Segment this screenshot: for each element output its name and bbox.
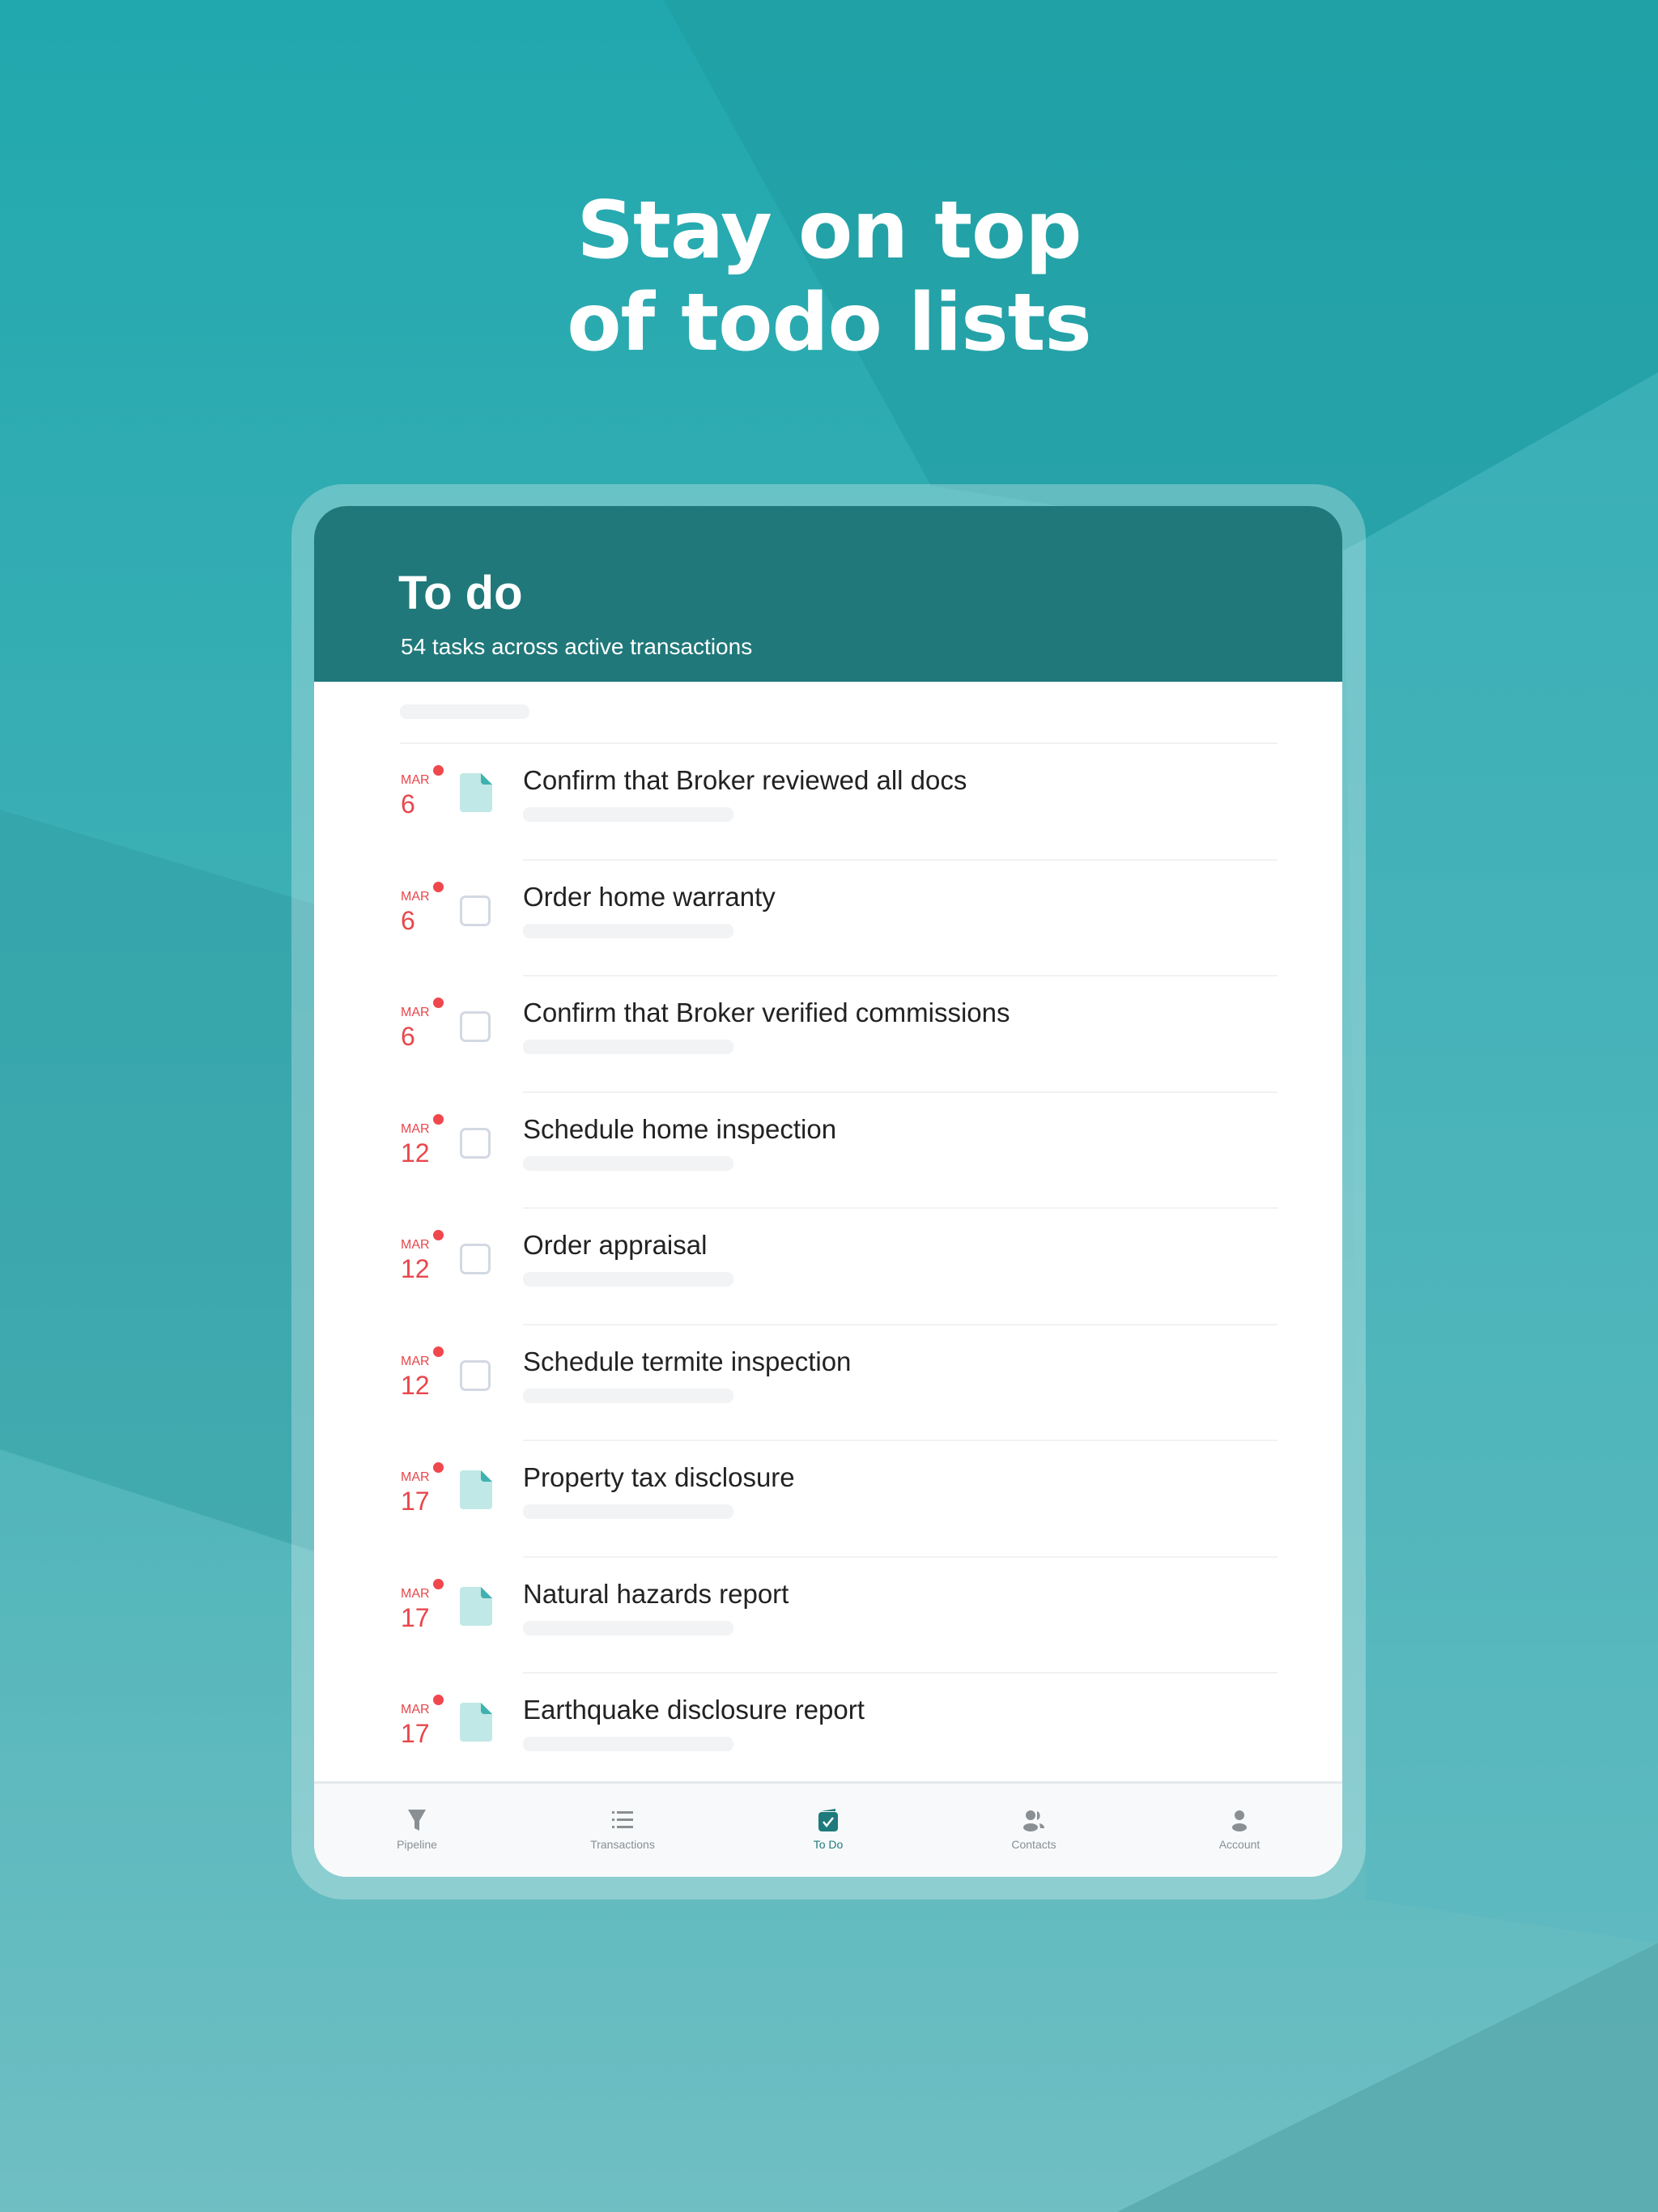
loading-placeholder	[400, 704, 529, 719]
task-row[interactable]: MAR 12 Schedule home inspection	[314, 1091, 1342, 1207]
tab-label: Pipeline	[397, 1838, 437, 1851]
overdue-dot	[433, 1346, 444, 1357]
contacts-icon	[1023, 1810, 1044, 1831]
row-divider	[523, 1091, 1278, 1093]
tab-to-do[interactable]: To Do	[725, 1784, 931, 1877]
row-divider	[523, 858, 1278, 861]
tab-bar: Pipeline Transactions To Do Contacts Account	[314, 1781, 1342, 1877]
overdue-dot	[433, 1695, 444, 1705]
overdue-dot	[433, 1113, 444, 1125]
task-subtitle-placeholder	[523, 1737, 733, 1751]
overdue-dot	[433, 1230, 444, 1240]
task-label: Confirm that Broker verified commissions	[523, 998, 1010, 1027]
person-icon	[1232, 1810, 1247, 1831]
tab-contacts[interactable]: Contacts	[931, 1784, 1137, 1877]
overdue-dot	[433, 765, 444, 776]
task-row[interactable]: MAR 17 Earthquake disclosure report	[314, 1672, 1342, 1788]
due-day: 17	[401, 1719, 430, 1748]
tab-transactions[interactable]: Transactions	[520, 1784, 725, 1877]
task-label: Natural hazards report	[523, 1578, 789, 1609]
task-label: Property tax disclosure	[523, 1462, 795, 1492]
task-row[interactable]: MAR 6 Confirm that Broker verified commi…	[314, 975, 1342, 1091]
overdue-dot	[433, 998, 444, 1008]
page-title: To do	[398, 567, 523, 619]
due-month: MAR	[401, 1354, 430, 1368]
due-day: 17	[401, 1602, 430, 1632]
due-month: MAR	[401, 1470, 430, 1484]
task-label: Confirm that Broker reviewed all docs	[523, 765, 967, 795]
due-month: MAR	[401, 1121, 430, 1136]
row-divider	[523, 1672, 1278, 1674]
task-row[interactable]: MAR 6 Order home warranty	[314, 858, 1342, 975]
row-divider	[523, 1555, 1278, 1558]
tab-account[interactable]: Account	[1137, 1784, 1342, 1877]
list-icon	[612, 1811, 633, 1828]
due-day: 6	[401, 905, 415, 935]
task-row[interactable]: MAR 17 Property tax disclosure	[314, 1440, 1342, 1555]
task-row[interactable]: MAR 12 Order appraisal	[314, 1207, 1342, 1323]
document-icon	[460, 1703, 492, 1742]
due-day: 12	[401, 1138, 430, 1168]
row-divider	[523, 1323, 1278, 1325]
headline-line-2: of todo lists	[567, 277, 1092, 369]
app-screen: To do 54 tasks across active transaction…	[314, 506, 1342, 1877]
overdue-dot	[433, 1462, 444, 1473]
task-subtitle-placeholder	[523, 807, 733, 822]
tab-label: Account	[1218, 1838, 1261, 1851]
task-label: Schedule home inspection	[523, 1113, 837, 1144]
due-month: MAR	[401, 889, 430, 904]
row-divider	[523, 1207, 1278, 1209]
task-row[interactable]: MAR 12 Schedule termite inspection	[314, 1323, 1342, 1440]
task-subtitle-placeholder	[523, 1504, 733, 1519]
row-divider	[400, 742, 1278, 744]
due-day: 12	[401, 1254, 430, 1283]
due-month: MAR	[401, 1703, 430, 1716]
task-row[interactable]: MAR 17 Natural hazards report	[314, 1555, 1342, 1672]
task-checkbox[interactable]	[460, 1011, 491, 1042]
task-label: Order appraisal	[523, 1230, 708, 1260]
task-subtitle-placeholder	[523, 1155, 733, 1171]
due-month: MAR	[401, 773, 430, 787]
row-divider	[523, 975, 1278, 976]
due-day: 6	[401, 1022, 415, 1051]
header: To do 54 tasks across active transaction…	[314, 506, 1342, 682]
task-label: Schedule termite inspection	[523, 1346, 852, 1376]
task-checkbox[interactable]	[460, 1127, 491, 1159]
task-row[interactable]: MAR 6 Confirm that Broker reviewed all d…	[314, 742, 1342, 858]
headline-line-1: Stay on top	[576, 185, 1082, 277]
page-subtitle: 54 tasks across active transactions	[401, 634, 753, 659]
document-icon	[460, 1586, 492, 1626]
task-checkbox[interactable]	[460, 1359, 491, 1391]
due-month: MAR	[401, 1586, 430, 1601]
due-month: MAR	[401, 1238, 430, 1252]
row-divider	[523, 1440, 1278, 1441]
todo-check-icon	[818, 1809, 838, 1831]
tab-label: To Do	[813, 1838, 844, 1851]
headline: Stay on top of todo lists	[0, 185, 1658, 369]
overdue-dot	[433, 881, 444, 892]
due-month: MAR	[401, 1006, 430, 1019]
task-label: Earthquake disclosure report	[523, 1695, 865, 1725]
task-subtitle-placeholder	[523, 1272, 733, 1287]
tab-pipeline[interactable]: Pipeline	[314, 1784, 520, 1877]
tab-label: Contacts	[1011, 1838, 1056, 1851]
funnel-icon	[408, 1810, 426, 1831]
tab-label: Transactions	[590, 1838, 655, 1851]
task-label: Order home warranty	[523, 881, 776, 912]
task-subtitle-placeholder	[523, 1620, 733, 1636]
task-subtitle-placeholder	[523, 923, 733, 938]
overdue-dot	[433, 1578, 444, 1589]
task-subtitle-placeholder	[523, 1388, 733, 1403]
task-checkbox[interactable]	[460, 1244, 491, 1274]
due-day: 17	[401, 1487, 430, 1516]
due-day: 12	[401, 1370, 430, 1400]
document-icon	[460, 773, 492, 812]
due-day: 6	[401, 789, 415, 819]
task-subtitle-placeholder	[523, 1040, 733, 1054]
task-checkbox[interactable]	[460, 895, 491, 926]
document-icon	[460, 1470, 492, 1509]
